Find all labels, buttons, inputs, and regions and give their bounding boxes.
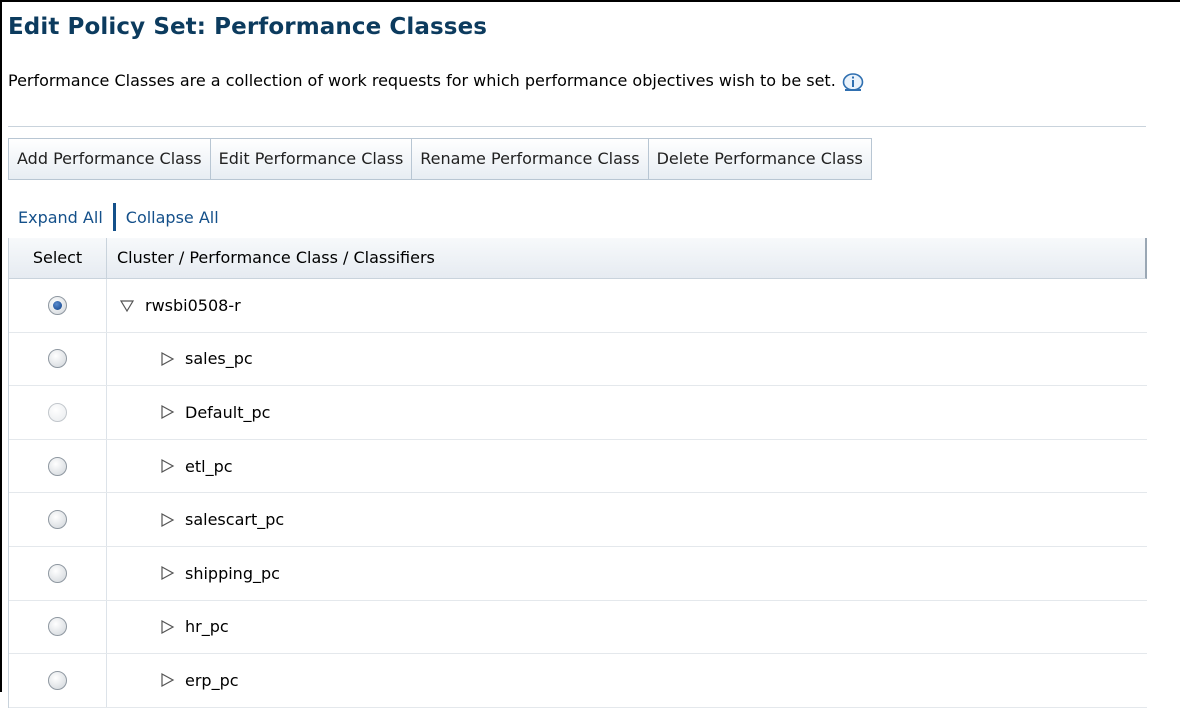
select-cell	[9, 439, 107, 493]
expand-triangle-icon[interactable]	[159, 565, 175, 581]
select-cell	[9, 279, 107, 332]
row-select-radio[interactable]	[48, 402, 67, 422]
tree-node-label: shipping_pc	[185, 563, 280, 583]
toolbar: Add Performance Class Edit Performance C…	[8, 138, 872, 180]
tree-node-label: salescart_pc	[185, 510, 285, 530]
row-select-radio[interactable]	[48, 349, 67, 369]
select-cell	[9, 600, 107, 654]
tree-node-cell: salescart_pc	[107, 493, 1147, 546]
select-cell	[9, 386, 107, 439]
expand-triangle-icon[interactable]	[159, 458, 175, 474]
tree-node-label: Default_pc	[185, 402, 271, 422]
expand-all-link[interactable]: Expand All	[18, 208, 103, 227]
row-select-radio[interactable]	[48, 563, 67, 583]
name-column-header: Cluster / Performance Class / Classifier…	[117, 248, 435, 267]
select-column-header: Select	[9, 238, 107, 278]
tree-node-label: rwsbi0508-r	[145, 295, 241, 315]
edit-performance-class-button[interactable]: Edit Performance Class	[211, 139, 413, 179]
tree-node-cell: shipping_pc	[107, 547, 1147, 600]
description-text: Performance Classes are a collection of …	[8, 70, 836, 90]
add-performance-class-button[interactable]: Add Performance Class	[9, 139, 211, 179]
expand-triangle-icon[interactable]	[159, 619, 175, 635]
table-body: rwsbi0508-r sales_pc Default_pc etl_pcsales…	[9, 279, 1147, 708]
expand-triangle-icon[interactable]	[159, 672, 175, 688]
collapse-triangle-icon[interactable]	[119, 297, 135, 313]
table-row[interactable]: Default_pc	[9, 386, 1147, 440]
section-separator	[8, 126, 1146, 127]
delete-performance-class-button[interactable]: Delete Performance Class	[649, 139, 871, 179]
page-description: Performance Classes are a collection of …	[8, 68, 864, 92]
performance-class-tree-table: Select Cluster / Performance Class / Cla…	[8, 238, 1147, 708]
table-row[interactable]: hr_pc	[9, 600, 1147, 655]
page-title: Edit Policy Set: Performance Classes	[8, 14, 488, 40]
table-row[interactable]: shipping_pc	[9, 546, 1147, 601]
expand-triangle-icon[interactable]	[159, 404, 175, 420]
tree-node-label: etl_pc	[185, 456, 233, 476]
window-top-border	[0, 0, 1180, 2]
tree-node-cell: erp_pc	[107, 654, 1147, 707]
select-cell	[9, 654, 107, 707]
table-row[interactable]: sales_pc	[9, 332, 1147, 387]
row-select-radio[interactable]	[48, 670, 67, 690]
window-left-border	[0, 0, 2, 692]
row-select-radio[interactable]	[48, 456, 67, 476]
select-cell	[9, 332, 107, 386]
row-select-radio[interactable]	[48, 295, 67, 315]
expand-triangle-icon[interactable]	[159, 351, 175, 367]
tree-node-cell: Default_pc	[107, 386, 1147, 439]
tree-node-cell: sales_pc	[107, 333, 1147, 386]
table-row[interactable]: erp_pc	[9, 654, 1147, 708]
info-icon[interactable]	[842, 72, 864, 92]
select-cell	[9, 546, 107, 600]
link-divider	[112, 203, 116, 231]
tree-node-label: erp_pc	[185, 670, 239, 690]
tree-node-label: hr_pc	[185, 617, 229, 637]
expand-triangle-icon[interactable]	[159, 512, 175, 528]
tree-node-label: sales_pc	[185, 349, 253, 369]
table-row[interactable]: salescart_pc	[9, 493, 1147, 547]
row-select-radio[interactable]	[48, 617, 67, 637]
tree-node-cell: rwsbi0508-r	[107, 279, 1147, 332]
table-row[interactable]: rwsbi0508-r	[9, 279, 1147, 333]
collapse-all-link[interactable]: Collapse All	[126, 208, 219, 227]
tree-node-cell: hr_pc	[107, 601, 1147, 654]
table-header: Select Cluster / Performance Class / Cla…	[9, 238, 1147, 279]
table-row[interactable]: etl_pc	[9, 439, 1147, 494]
tree-controls: Expand All Collapse All	[18, 203, 219, 231]
rename-performance-class-button[interactable]: Rename Performance Class	[412, 139, 649, 179]
row-select-radio[interactable]	[48, 510, 67, 530]
tree-node-cell: etl_pc	[107, 440, 1147, 493]
select-cell	[9, 493, 107, 546]
